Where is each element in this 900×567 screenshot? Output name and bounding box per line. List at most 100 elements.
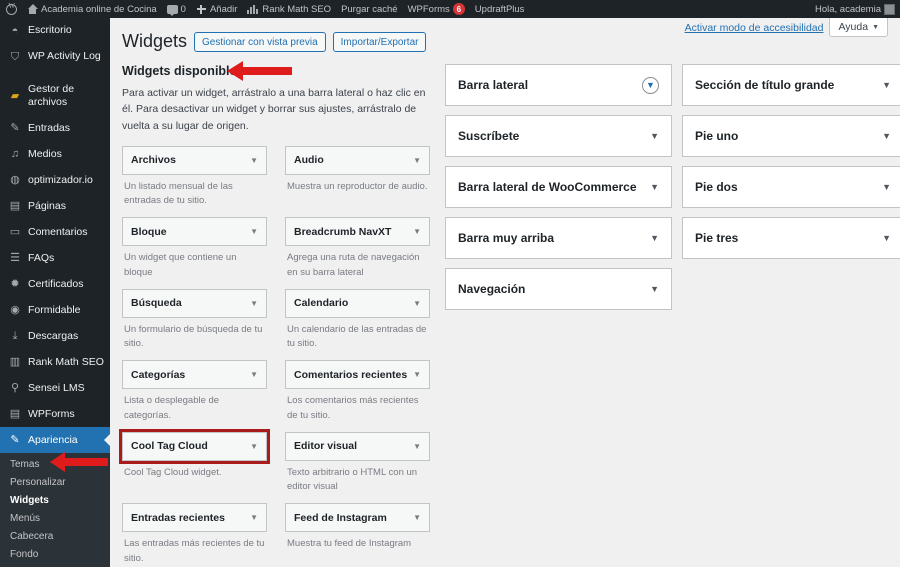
chevron-down-icon[interactable]: ▼ [250, 442, 258, 451]
chevron-down-icon[interactable]: ▼ [413, 227, 421, 236]
purge-cache-menu[interactable]: Purgar caché [336, 0, 403, 18]
chevron-down-icon[interactable]: ▼ [250, 156, 258, 165]
site-name-menu[interactable]: Academia online de Cocina [22, 0, 162, 18]
submenu-item-personalizar[interactable]: Personalizar [0, 473, 110, 491]
widget-title: Bloque [131, 225, 167, 238]
sidebar-item-label: WP Activity Log [28, 50, 101, 63]
wpforms-menu[interactable]: WPForms 6 [403, 0, 470, 18]
chevron-down-icon[interactable]: ▼ [250, 513, 258, 522]
sidebar-item-entradas[interactable]: ✎ Entradas [0, 115, 110, 141]
widget-area-navegaci-n[interactable]: Navegación ▼ [445, 268, 672, 310]
chevron-down-icon[interactable]: ▼ [650, 182, 659, 192]
widget-area-pie-tres[interactable]: Pie tres ▼ [682, 217, 900, 259]
sidebar-item-comentarios[interactable]: ▭ Comentarios [0, 219, 110, 245]
widget-description: Un widget que contiene un bloque [124, 252, 237, 278]
widget-calendario[interactable]: Calendario ▼ [285, 288, 430, 318]
chevron-down-icon[interactable]: ▼ [413, 299, 421, 308]
award-icon: ✹ [10, 277, 20, 290]
sidebar-item-gestor-de-archivos[interactable]: ▰ Gestor de archivos [0, 77, 110, 115]
sidebar-item-label: Sensei LMS [28, 381, 85, 394]
chevron-down-icon[interactable]: ▼ [413, 442, 421, 451]
sidebar-item-rank-math-seo[interactable]: ▥ Rank Math SEO [0, 349, 110, 375]
widget-cool-tag-cloud[interactable]: Cool Tag Cloud ▼ [119, 428, 270, 464]
submenu-item-widgets[interactable]: Widgets [0, 491, 110, 509]
sidebar-item-optimizador-io[interactable]: ◍ optimizador.io [0, 167, 110, 193]
rank-math-menu[interactable]: Rank Math SEO [242, 0, 336, 18]
widget-areas-column-2: Sección de título grande ▼ Pie uno ▼ Pie dos… [682, 64, 900, 567]
submenu-item-fondo[interactable]: Fondo [0, 545, 110, 563]
chevron-down-icon[interactable]: ▼ [882, 233, 891, 243]
sidebar-item-label: Certificados [28, 277, 84, 290]
widget-description: Muestra tu feed de Instagram [287, 538, 412, 550]
available-widget-cell: Feed de Instagram ▼ Muestra tu feed de Ins… [285, 503, 430, 566]
sidebar-item-sensei-lms[interactable]: ⚲ Sensei LMS [0, 375, 110, 401]
chevron-down-icon[interactable]: ▼ [882, 131, 891, 141]
new-content-menu[interactable]: Añadir [191, 0, 242, 18]
chevron-down-icon[interactable]: ▼ [250, 299, 258, 308]
submenu-item-temas[interactable]: Temas [0, 455, 110, 473]
widget-area-pie-dos[interactable]: Pie dos ▼ [682, 166, 900, 208]
chevron-down-icon[interactable]: ▼ [650, 131, 659, 141]
widget-breadcrumb-navxt[interactable]: Breadcrumb NavXT ▼ [285, 217, 430, 247]
avatar [884, 3, 895, 15]
wpforms-badge: 6 [452, 3, 465, 15]
chevron-down-icon[interactable]: ▼ [642, 76, 659, 94]
help-tab-button[interactable]: Ayuda ▼ [829, 18, 888, 37]
widget-audio[interactable]: Audio ▼ [285, 145, 430, 175]
chevron-down-icon[interactable]: ▼ [250, 227, 258, 236]
my-account-menu[interactable]: Hola, academia [810, 0, 900, 18]
sidebar-item-medios[interactable]: ♫ Medios [0, 141, 110, 167]
widget-title: Entradas recientes [131, 511, 225, 524]
sidebar-item-wpforms[interactable]: ▤ WPForms [0, 401, 110, 427]
widget-area-barra-lateral-de-woocommerce[interactable]: Barra lateral de WooCommerce ▼ [445, 166, 672, 208]
chevron-down-icon[interactable]: ▼ [413, 513, 421, 522]
widget-area-title: Sección de título grande [695, 78, 835, 92]
chevron-down-icon[interactable]: ▼ [882, 80, 891, 90]
widget-area-barra-muy-arriba[interactable]: Barra muy arriba ▼ [445, 217, 672, 259]
widget-area-suscr-bete[interactable]: Suscríbete ▼ [445, 115, 672, 157]
widget-entradas-recientes[interactable]: Entradas recientes ▼ [122, 503, 267, 533]
sidebar-item-certificados[interactable]: ✹ Certificados [0, 271, 110, 297]
widget-area-title: Pie tres [695, 231, 739, 245]
widget-archivos[interactable]: Archivos ▼ [122, 145, 267, 175]
submenu-item-cabecera[interactable]: Cabecera [0, 527, 110, 545]
updraftplus-menu[interactable]: UpdraftPlus [470, 0, 530, 18]
widget-comentarios-recientes[interactable]: Comentarios recientes ▼ [285, 360, 430, 390]
widget-area-pie-uno[interactable]: Pie uno ▼ [682, 115, 900, 157]
chevron-down-icon[interactable]: ▼ [413, 370, 421, 379]
chevron-down-icon[interactable]: ▼ [250, 370, 258, 379]
sidebar-item-descargas[interactable]: ⤓ Descargas [0, 323, 110, 349]
sidebar-item-faqs[interactable]: ☰ FAQs [0, 245, 110, 271]
page-title: Widgets [122, 31, 188, 52]
widget-categor-as[interactable]: Categorías ▼ [122, 360, 267, 390]
purge-cache-label: Purgar caché [341, 3, 398, 15]
widget-bloque[interactable]: Bloque ▼ [122, 217, 267, 247]
chevron-down-icon[interactable]: ▼ [413, 156, 421, 165]
sidebar-item-apariencia[interactable]: ✎ Apariencia [0, 427, 110, 454]
import-export-button[interactable]: Importar/Exportar [332, 32, 427, 52]
sidebar-item-p-ginas[interactable]: ▤ Páginas [0, 193, 110, 219]
sidebar-item-escritorio[interactable]: ◓ Escritorio [0, 18, 110, 44]
widget-editor-visual[interactable]: Editor visual ▼ [285, 431, 430, 461]
widget-description: Texto arbitrario o HTML con un editor vi… [287, 466, 418, 493]
manage-with-preview-button[interactable]: Gestionar con vista previa [194, 32, 326, 52]
widget-b-squeda[interactable]: Búsqueda ▼ [122, 288, 267, 318]
chevron-down-icon[interactable]: ▼ [882, 182, 891, 192]
widget-feed-de-instagram[interactable]: Feed de Instagram ▼ [285, 503, 430, 533]
submenu-item-men-s[interactable]: Menús [0, 509, 110, 527]
chevron-down-icon[interactable]: ▼ [650, 233, 659, 243]
comments-menu[interactable]: 0 [162, 0, 191, 18]
sidebar-item-label: Escritorio [28, 24, 72, 37]
submenu-item-duplicate-menu[interactable]: Duplicate Menu [0, 563, 110, 567]
widget-description: Cool Tag Cloud widget. [124, 466, 222, 478]
sidebar-item-label-apariencia: Apariencia [28, 433, 78, 446]
widget-area-secci-n-de-t-tulo-grande[interactable]: Sección de título grande ▼ [682, 64, 900, 106]
sidebar-item-formidable[interactable]: ◉ Formidable [0, 297, 110, 323]
widget-area-barra-lateral[interactable]: Barra lateral ▼ [445, 64, 672, 106]
download-icon: ⤓ [12, 329, 18, 342]
sidebar-item-wp-activity-log[interactable]: ⛉ WP Activity Log [0, 44, 110, 70]
wp-logo-menu[interactable] [0, 0, 22, 18]
widget-title: Búsqueda [131, 297, 182, 310]
accessibility-mode-link[interactable]: Activar modo de accesibilidad [685, 22, 824, 34]
chevron-down-icon[interactable]: ▼ [650, 284, 659, 294]
